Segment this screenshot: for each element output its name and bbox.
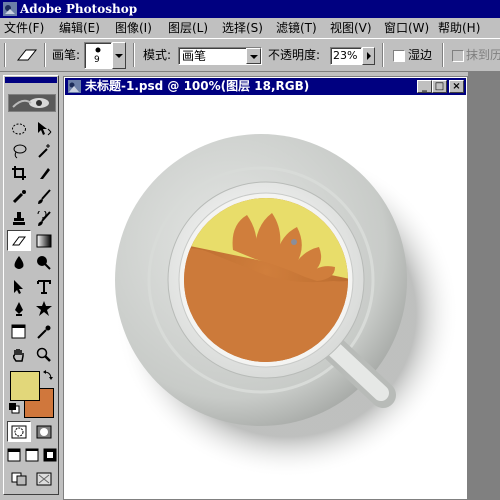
workspace-background bbox=[468, 72, 500, 500]
document-icon[interactable] bbox=[68, 80, 81, 93]
erase-history-checkbox[interactable] bbox=[452, 50, 464, 62]
options-divider bbox=[133, 43, 135, 67]
toolbox-title-bar[interactable] bbox=[5, 77, 57, 83]
blur-tool-icon[interactable] bbox=[7, 252, 31, 273]
minimize-button[interactable]: _ bbox=[417, 80, 432, 93]
magic-wand-tool-icon[interactable] bbox=[32, 140, 56, 161]
opacity-label: 不透明度: bbox=[268, 48, 321, 62]
app-title: Adobe Photoshop bbox=[20, 2, 138, 16]
path-selection-tool-icon[interactable] bbox=[7, 276, 31, 297]
zoom-tool-icon[interactable] bbox=[32, 344, 56, 365]
close-icon: × bbox=[452, 81, 461, 92]
crop-tool-icon[interactable] bbox=[7, 162, 31, 183]
brush-preview[interactable]: 9 bbox=[84, 42, 112, 69]
pen-tool-icon[interactable] bbox=[7, 298, 31, 319]
mode-value: 画笔 bbox=[182, 49, 207, 63]
lasso-tool-icon[interactable] bbox=[7, 140, 31, 161]
gradient-tool-icon[interactable] bbox=[32, 230, 56, 251]
options-divider bbox=[44, 43, 46, 67]
options-bar: 画笔: 9 模式: 画笔 不透明度: 23% 湿边 抹到历 bbox=[0, 38, 500, 72]
menu-view[interactable]: 视图(V) bbox=[330, 20, 372, 36]
menu-image[interactable]: 图像(I) bbox=[115, 20, 152, 36]
close-button[interactable]: × bbox=[449, 80, 464, 93]
grip-divider bbox=[4, 43, 6, 67]
maximize-button[interactable]: □ bbox=[432, 80, 447, 93]
full-screen-menu-mode-button[interactable] bbox=[23, 444, 40, 465]
notes-tool-icon[interactable] bbox=[7, 321, 31, 342]
shape-tool-icon[interactable] bbox=[32, 298, 56, 319]
options-divider bbox=[382, 43, 384, 67]
foreground-color-swatch[interactable] bbox=[10, 371, 40, 401]
canvas-artwork[interactable] bbox=[65, 95, 466, 499]
imageready-icon[interactable] bbox=[32, 468, 56, 489]
move-tool-icon[interactable] bbox=[32, 118, 56, 139]
adobe-eye-logo[interactable] bbox=[8, 94, 56, 112]
mode-select[interactable]: 画笔 bbox=[178, 47, 262, 65]
eyedropper-tool-icon[interactable] bbox=[32, 321, 56, 342]
document-title-bar[interactable]: 未标题-1.psd @ 100%(图层 18,RGB) _ □ × bbox=[65, 78, 466, 95]
wet-edges-checkbox[interactable] bbox=[393, 50, 405, 62]
brush-size: 9 bbox=[94, 55, 100, 65]
quick-mask-mode-button[interactable] bbox=[32, 421, 56, 442]
mode-dropdown-button[interactable] bbox=[246, 48, 261, 64]
document-window: 未标题-1.psd @ 100%(图层 18,RGB) _ □ × bbox=[63, 76, 468, 500]
menu-window[interactable]: 窗口(W) bbox=[384, 20, 429, 36]
brush-dropdown-button[interactable] bbox=[112, 42, 126, 69]
swap-colors-icon[interactable] bbox=[42, 369, 54, 381]
chevron-right-icon bbox=[367, 52, 371, 60]
menu-help[interactable]: 帮助(H) bbox=[438, 20, 480, 36]
maximize-icon: □ bbox=[434, 81, 445, 92]
options-divider bbox=[442, 43, 444, 67]
menu-layer[interactable]: 图层(L) bbox=[168, 20, 208, 36]
standard-screen-mode-button[interactable] bbox=[5, 444, 22, 465]
dodge-tool-icon[interactable] bbox=[32, 252, 56, 273]
default-colors-icon[interactable] bbox=[8, 402, 20, 414]
menu-edit[interactable]: 编辑(E) bbox=[59, 20, 100, 36]
brush-dot-icon bbox=[95, 47, 101, 53]
menu-filter[interactable]: 滤镜(T) bbox=[276, 20, 317, 36]
opacity-value: 23% bbox=[333, 49, 358, 62]
opacity-input[interactable]: 23% bbox=[330, 47, 362, 65]
mode-label: 模式: bbox=[143, 48, 172, 62]
menu-bar: 文件(F) 编辑(E) 图像(I) 图层(L) 选择(S) 滤镜(T) 视图(V… bbox=[0, 18, 500, 38]
chevron-down-icon bbox=[250, 55, 258, 59]
wet-edges-label: 湿边 bbox=[408, 48, 433, 62]
app-title-bar[interactable]: Adobe Photoshop bbox=[0, 0, 500, 18]
menu-file[interactable]: 文件(F) bbox=[4, 20, 44, 36]
jump-to-imageready-button[interactable] bbox=[7, 468, 31, 489]
history-brush-tool-icon[interactable] bbox=[32, 208, 56, 229]
brush-label: 画笔: bbox=[52, 48, 81, 62]
type-tool-icon[interactable] bbox=[32, 276, 56, 297]
chevron-down-icon bbox=[115, 54, 123, 58]
menu-select[interactable]: 选择(S) bbox=[222, 20, 263, 36]
healing-brush-tool-icon[interactable] bbox=[7, 186, 31, 207]
slice-tool-icon[interactable] bbox=[32, 162, 56, 183]
clone-stamp-tool-icon[interactable] bbox=[7, 208, 31, 229]
erase-history-label: 抹到历 bbox=[466, 48, 500, 62]
minimize-icon: _ bbox=[422, 81, 427, 92]
document-title: 未标题-1.psd @ 100%(图层 18,RGB) bbox=[85, 79, 310, 93]
full-screen-mode-button[interactable] bbox=[41, 444, 58, 465]
eraser-icon[interactable] bbox=[14, 46, 40, 64]
marquee-tool-icon[interactable] bbox=[7, 118, 31, 139]
opacity-slider-button[interactable] bbox=[362, 47, 375, 65]
toolbox-palette bbox=[3, 75, 59, 495]
photoshop-app-icon[interactable] bbox=[3, 2, 17, 16]
hand-tool-icon[interactable] bbox=[7, 344, 31, 365]
brush-tool-icon[interactable] bbox=[32, 186, 56, 207]
eraser-tool-icon[interactable] bbox=[7, 230, 31, 251]
standard-mode-button[interactable] bbox=[7, 421, 31, 442]
